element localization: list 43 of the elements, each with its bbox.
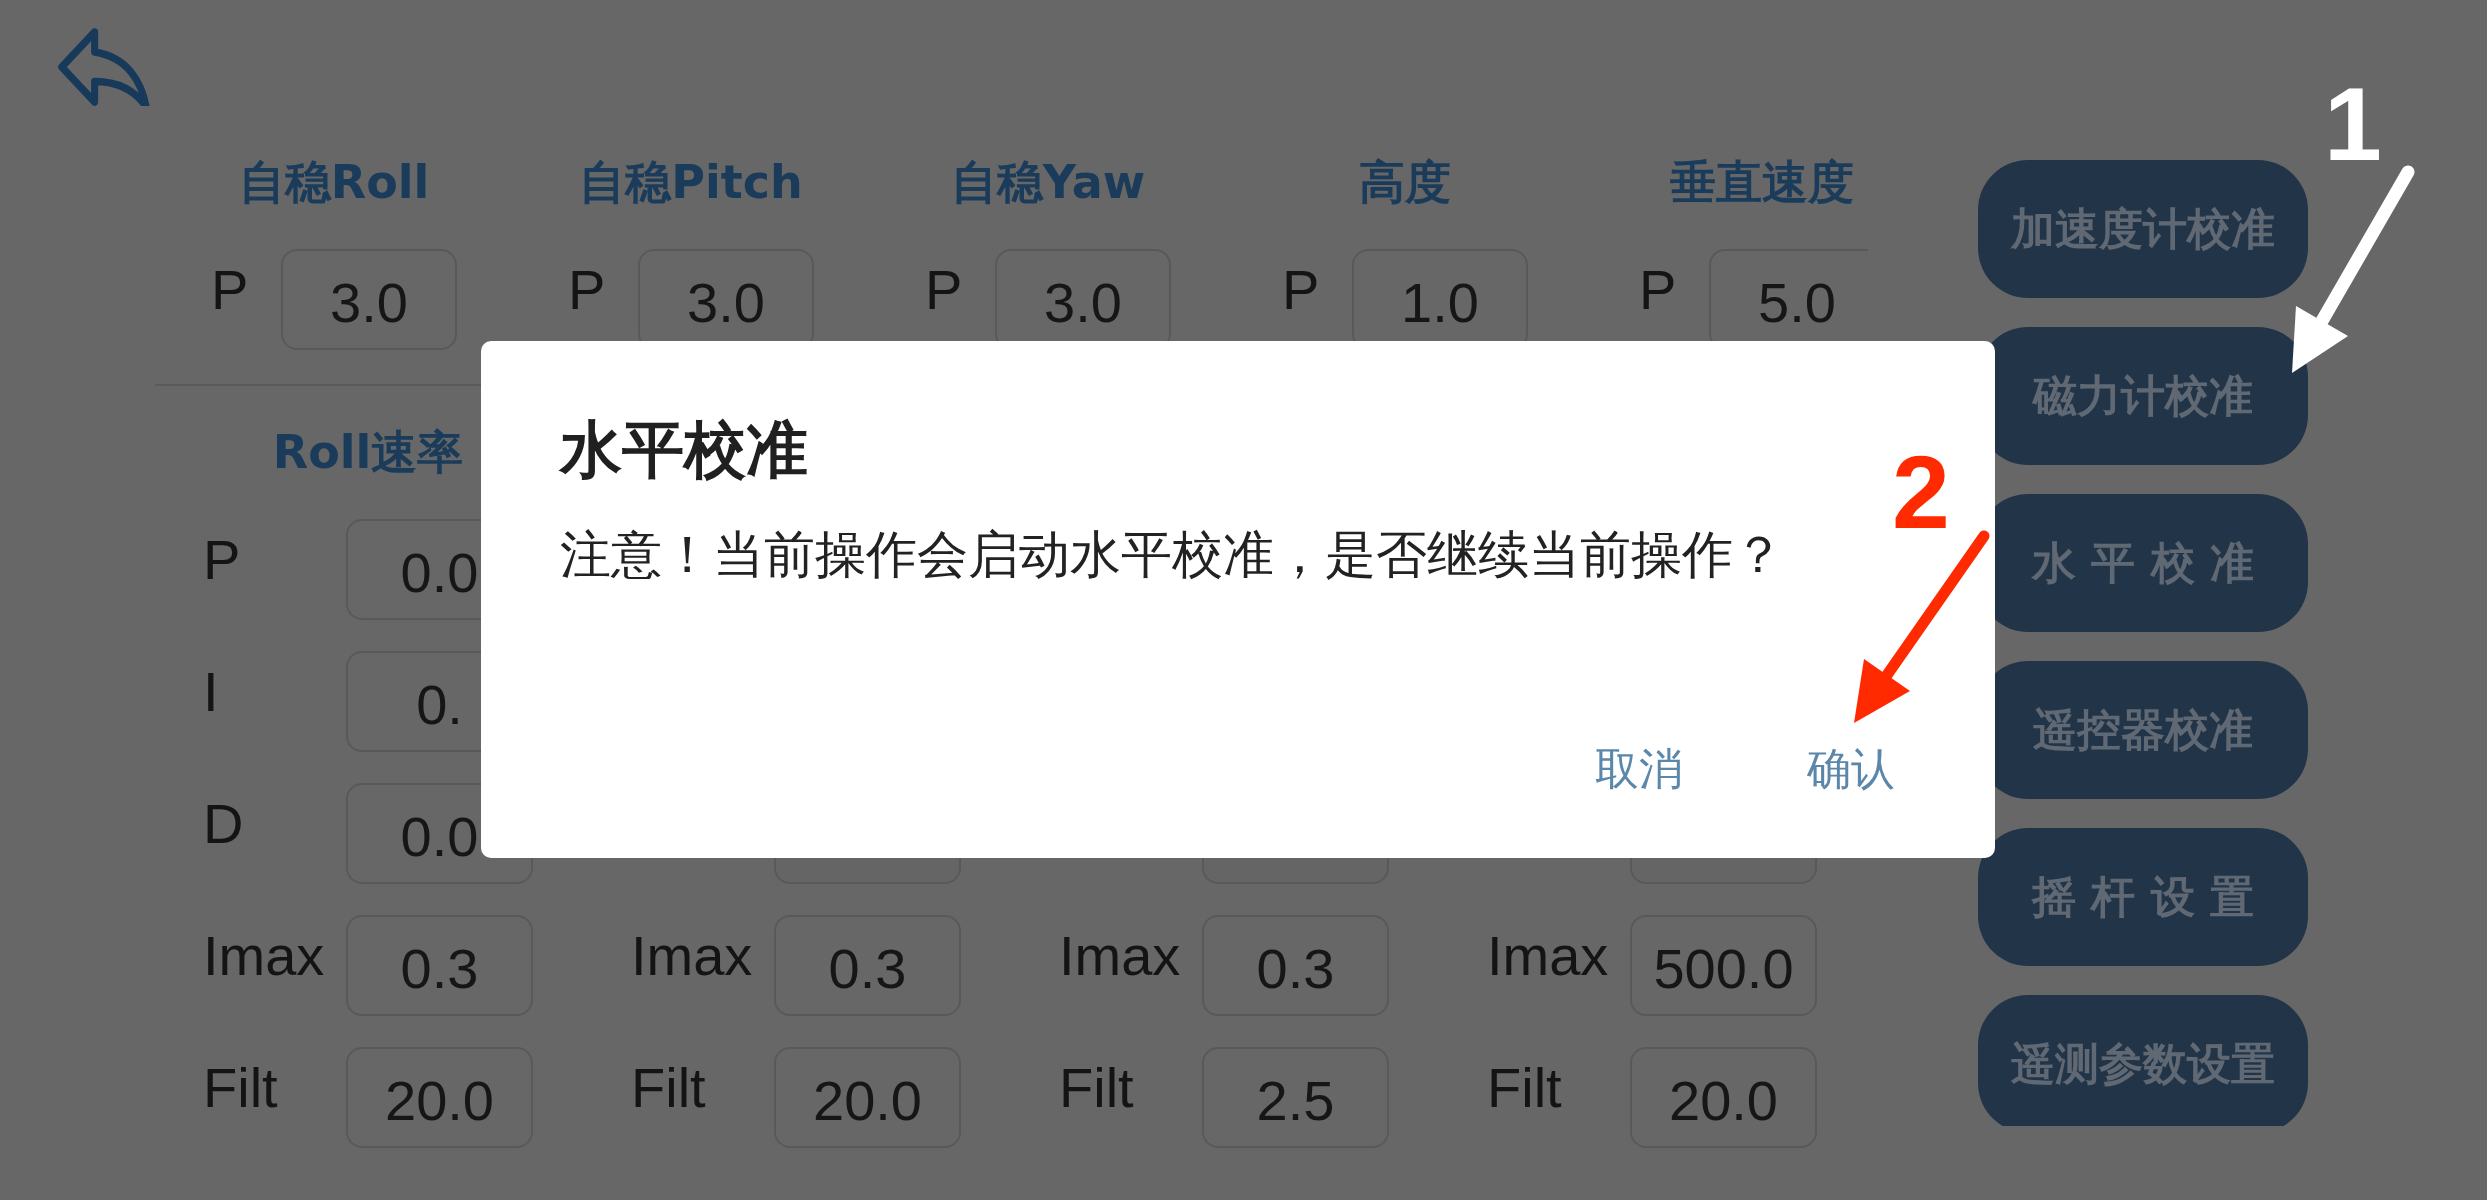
parameter-label: P [1639,257,1678,323]
parameter-label: P [925,257,964,323]
parameter-label: P [568,257,607,323]
parameter-label: Filt [1059,1055,1135,1121]
dialog-message: 注意！当前操作会启动水平校准，是否继续当前操作？ [560,524,1784,586]
column-header: 垂直速度 [1670,154,1854,211]
input-field[interactable]: 20.0 [774,1047,961,1148]
calibration-button[interactable]: 加速度计校准 [1978,160,2308,298]
input-field[interactable]: 2.5 [1202,1047,1389,1148]
parameter-label: Filt [631,1055,707,1121]
input-field[interactable] [1630,856,1817,884]
parameter-label: Imax [631,923,754,989]
parameter-label: P [211,257,250,323]
input-field[interactable]: 500.0 [1630,915,1817,1016]
input-field[interactable]: 0.3 [346,915,533,1016]
parameter-label: Imax [203,923,326,989]
input-field[interactable]: 0.3 [1202,915,1389,1016]
column-header: 自稳Yaw [950,154,1146,211]
parameter-label: Imax [1487,923,1610,989]
calibration-button[interactable]: 摇 杆 设 置 [1978,828,2308,966]
parameter-label: P [1282,257,1321,323]
input-field[interactable]: 20.0 [1630,1047,1817,1148]
dialog-button[interactable]: 取消 [1579,729,1699,809]
input-field[interactable] [1202,856,1389,884]
annotation-number: 2 [1892,440,1950,544]
column-header: Roll速率 [272,424,464,481]
column-header: 高度 [1359,154,1451,211]
parameter-label: Filt [1487,1055,1563,1121]
parameter-label: D [203,791,245,857]
column-header: 自稳Pitch [579,154,803,211]
input-field[interactable]: 3.0 [281,249,457,350]
input-field[interactable]: 0.3 [774,915,961,1016]
parameter-label: Filt [203,1055,279,1121]
column-header: 自稳Roll [238,154,430,211]
dialog-button[interactable]: 确认 [1791,729,1911,809]
input-field[interactable]: 20.0 [346,1047,533,1148]
parameter-label: I [203,659,220,725]
calibration-button[interactable]: 遥测参数设置 [1978,995,2308,1126]
annotation-number: 1 [2324,72,2382,176]
parameter-label: Imax [1059,923,1182,989]
dialog-title: 水平校准 [560,412,808,488]
parameter-label: P [203,527,242,593]
input-field[interactable] [774,856,961,884]
